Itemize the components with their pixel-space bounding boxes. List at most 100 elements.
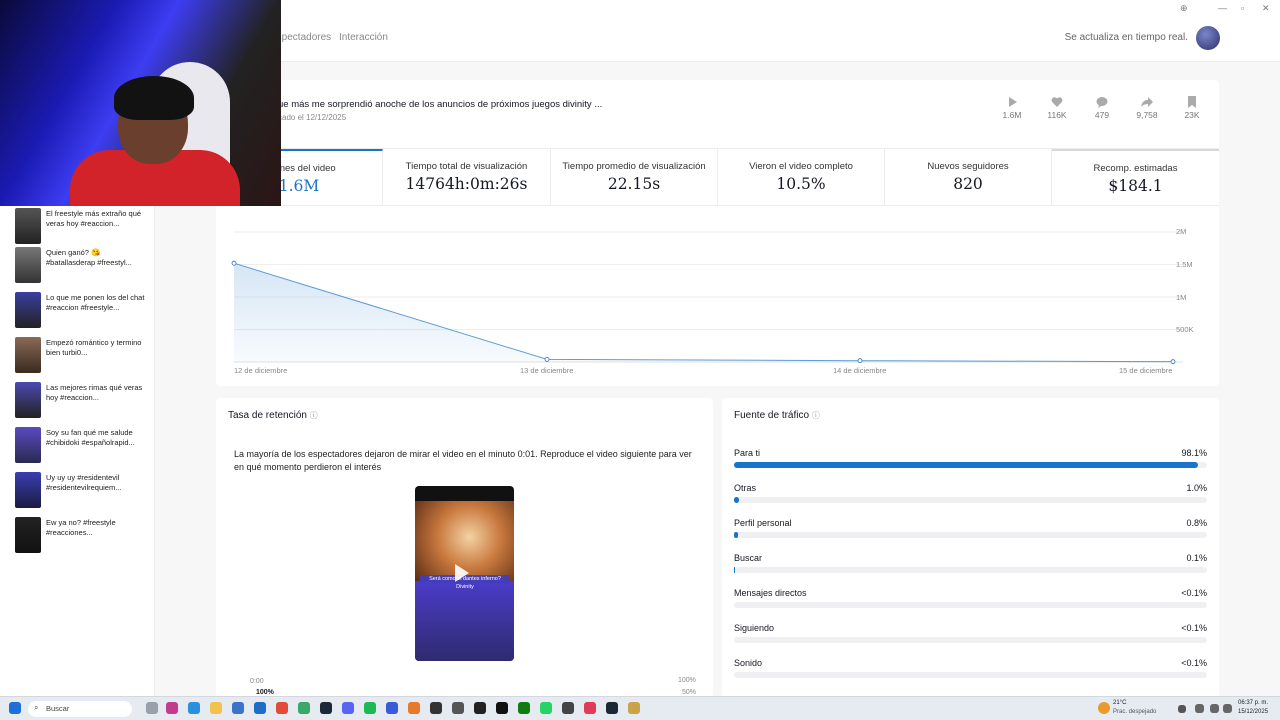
likes-stat: 116K: [1037, 96, 1077, 120]
extensions-icon[interactable]: ⊕: [1180, 3, 1188, 14]
saves-stat: 23K: [1172, 96, 1212, 120]
network-icon[interactable]: [1210, 704, 1219, 713]
video-date: cado el 12/12/2025: [278, 113, 347, 122]
video-thumbnail: [15, 472, 41, 508]
store-icon[interactable]: [232, 702, 244, 714]
traffic-source-bar: [734, 567, 1207, 573]
y-tick-label: 2M: [1176, 227, 1187, 236]
traffic-source-bar: [734, 637, 1207, 643]
traffic-source-row: Sonido <0.1%: [734, 658, 1207, 682]
spotify-icon[interactable]: [364, 702, 376, 714]
metric-tab-avg-watch-time[interactable]: Tiempo promedio de visualización 22.15s: [551, 149, 718, 206]
list-item-title: Las mejores rimas qué veras hoy #reaccio…: [46, 383, 143, 402]
retention-video-player[interactable]: Será como el dantes inferno? Divinity: [415, 486, 514, 661]
weather-temperature: 21°C: [1113, 700, 1127, 706]
app-icon[interactable]: [452, 702, 464, 714]
metric-value: 820: [953, 175, 983, 193]
steam-icon[interactable]: [606, 702, 618, 714]
traffic-source-bar: [734, 602, 1207, 608]
traffic-source-bar: [734, 672, 1207, 678]
xbox-icon[interactable]: [518, 702, 530, 714]
metric-tab-completed[interactable]: Vieron el video completo 10.5%: [718, 149, 885, 206]
clock-date[interactable]: 15/12/2025: [1238, 709, 1268, 715]
info-icon[interactable]: ⓘ: [310, 411, 318, 420]
list-item[interactable]: Uy uy uy #residentevil #residentevilrequ…: [15, 472, 150, 508]
list-item[interactable]: Las mejores rimas qué veras hoy #reaccio…: [15, 382, 150, 418]
app-icon[interactable]: [474, 702, 486, 714]
comment-icon: [1096, 97, 1108, 108]
list-item[interactable]: Empezó romántico y termino bien turbi0..…: [15, 337, 150, 373]
steam-icon[interactable]: [320, 702, 332, 714]
share-icon: [1141, 97, 1153, 107]
metric-value: 14764h:0m:26s: [405, 175, 528, 193]
list-item[interactable]: Quien ganó? 😘 #batallasderap #freestyl..…: [15, 247, 150, 283]
webcam-overlay: [0, 0, 281, 206]
info-icon[interactable]: ⓘ: [812, 411, 820, 420]
video-thumbnail: [15, 292, 41, 328]
volume-icon[interactable]: [1223, 704, 1232, 713]
copilot-icon[interactable]: [166, 702, 178, 714]
app-icon[interactable]: [628, 702, 640, 714]
traffic-source-bar-fill: [734, 497, 739, 503]
person-hair: [114, 76, 194, 120]
video-thumbnail: [15, 208, 41, 244]
maximize-icon[interactable]: ▫: [1241, 3, 1244, 13]
taskbar-search[interactable]: ⌕ Buscar: [28, 701, 132, 717]
weather-description: Prac. despejado: [1113, 709, 1157, 715]
video-thumbnail: [15, 517, 41, 553]
metric-tab-estimated-rewards[interactable]: Recomp. estimadas $184.1: [1052, 149, 1219, 206]
list-item-title: Quien ganó? 😘 #batallasderap #freestyl..…: [46, 248, 132, 267]
list-item-title: El freestyle más extraño qué veras hoy #…: [46, 209, 142, 228]
minimize-icon[interactable]: —: [1218, 3, 1227, 13]
data-point: [231, 260, 237, 266]
obs-icon[interactable]: [298, 702, 310, 714]
traffic-source-bar-fill: [734, 532, 738, 538]
file-explorer-icon[interactable]: [210, 702, 222, 714]
list-item[interactable]: Ew ya no? #freestyle #reacciones...: [15, 517, 150, 553]
tray-icon[interactable]: [1195, 704, 1204, 713]
close-icon[interactable]: ✕: [1262, 3, 1270, 14]
whatsapp-icon[interactable]: [540, 702, 552, 714]
windows-start-icon[interactable]: [9, 702, 21, 714]
traffic-source-value: <0.1%: [1181, 623, 1207, 633]
data-point: [1170, 359, 1176, 365]
outlook-icon[interactable]: [254, 702, 266, 714]
weather-icon[interactable]: [1098, 702, 1110, 714]
traffic-source-label: Para ti: [734, 448, 761, 458]
metric-tab-new-followers[interactable]: Nuevos seguidores 820: [885, 149, 1052, 206]
app-icon[interactable]: [584, 702, 596, 714]
app-icon[interactable]: [408, 702, 420, 714]
views-chart[interactable]: [216, 206, 1219, 386]
shares-count: 9,758: [1136, 110, 1158, 120]
edge-icon[interactable]: [188, 702, 200, 714]
list-item-title: Empezó romántico y termino bien turbi0..…: [46, 338, 142, 357]
app-icon[interactable]: [386, 702, 398, 714]
app-icon[interactable]: [562, 702, 574, 714]
x-tick-label: 14 de diciembre: [833, 366, 887, 375]
list-item[interactable]: Soy su fan qué me salude #chibidoki #esp…: [15, 427, 150, 463]
taskbar: ⌕ Buscar 21°C Prac. despejado 06:37 p. m…: [0, 696, 1280, 720]
list-item[interactable]: Lo que me ponen los del chat #reaccion #…: [15, 292, 150, 328]
search-placeholder: Buscar: [46, 704, 70, 713]
task-view-icon[interactable]: [146, 702, 158, 714]
avatar[interactable]: [1196, 26, 1220, 50]
tiktok-icon[interactable]: [496, 702, 508, 714]
traffic-source-bar: [734, 462, 1207, 468]
video-title[interactable]: ue más me sorprendió anoche de los anunc…: [278, 99, 602, 110]
video-subcaption: Divinity: [456, 584, 474, 590]
list-item[interactable]: El freestyle más extraño qué veras hoy #…: [15, 208, 150, 244]
clock-time[interactable]: 06:37 p. m.: [1238, 700, 1268, 706]
chrome-icon[interactable]: [276, 702, 288, 714]
traffic-source-row: Buscar 0.1%: [734, 553, 1207, 577]
metric-tab-total-watch-time[interactable]: Tiempo total de visualización 14764h:0m:…: [383, 149, 551, 206]
tray-chevron-icon[interactable]: [1178, 705, 1186, 713]
retention-card: Tasa de retención ⓘ La mayoría de los es…: [216, 398, 713, 698]
retention-description: La mayoría de los espectadores dejaron d…: [234, 449, 692, 472]
discord-icon[interactable]: [342, 702, 354, 714]
traffic-source-value: <0.1%: [1181, 658, 1207, 668]
play-icon[interactable]: [455, 564, 469, 582]
retention-title: Tasa de retención ⓘ: [228, 410, 318, 421]
tab-interaccion[interactable]: Interacción: [339, 32, 388, 43]
traffic-source-label: Perfil personal: [734, 518, 792, 528]
app-icon[interactable]: [430, 702, 442, 714]
